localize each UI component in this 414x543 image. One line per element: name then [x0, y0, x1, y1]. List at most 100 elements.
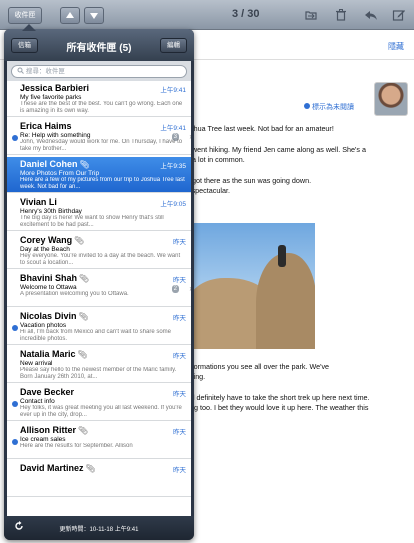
message-body-line: e went hiking. My friend Jen came along … — [186, 145, 366, 154]
email-subject: Ice cream sales — [20, 436, 66, 443]
message-body-line: k formations you see all over the park. … — [186, 362, 330, 371]
email-subject: Henry's 30th Birthday — [20, 208, 82, 215]
email-sender: Daniel Cohen 📎︎ — [20, 159, 90, 169]
email-list-item[interactable]: Bhavini Shah📎︎昨天2›Welcome to OttawaA pre… — [7, 271, 191, 307]
top-toolbar: 收件匣 3 / 30 — [0, 0, 414, 30]
email-subject: New arrival — [20, 360, 53, 367]
sender-name: Allison Ritter — [20, 425, 77, 435]
email-time: 上午9:41 — [160, 125, 186, 132]
sender-name: Natalia Maric — [20, 349, 76, 359]
email-time: 昨天 — [173, 315, 186, 322]
email-time: 昨天 — [173, 467, 186, 474]
email-preview: Hi all, I'm back from Mexico and can't w… — [20, 329, 172, 342]
email-list-item[interactable]: Vivian Li 上午9:05 Henry's 30th Birthday The … — [7, 195, 191, 231]
popover-header: 所有收件匣 (5) 信箱 編輯 — [4, 29, 194, 61]
email-time: 上午9:05 — [160, 201, 186, 208]
email-preview: A presentation welcoming you to Ottawa. — [20, 291, 129, 297]
mailbox-popover: 所有收件匣 (5) 信箱 編輯 搜尋：收件匣 Jessica Barbieri 上… — [4, 29, 194, 540]
email-time: 昨天 — [173, 277, 186, 284]
email-list[interactable]: Jessica Barbieri 上午9:41 My five favorite p… — [7, 81, 191, 516]
reply-icon[interactable] — [364, 8, 378, 22]
up-arrow-icon — [66, 12, 74, 18]
email-list-item[interactable]: Jessica Barbieri 上午9:41 My five favorite p… — [7, 81, 191, 117]
email-list-item[interactable]: Erica Haims上午9:413›Re: Help with somethi… — [7, 119, 191, 155]
attachment-icon: 📎︎ — [79, 160, 90, 169]
popover-footer: 更新時間：10-11-18 上午9:41 — [4, 516, 194, 540]
rock-shape — [256, 253, 315, 349]
folder-icon[interactable] — [304, 8, 318, 22]
mailboxes-back-button[interactable]: 信箱 — [11, 38, 38, 53]
email-time: 昨天 — [173, 391, 186, 398]
next-message-button[interactable] — [84, 7, 104, 24]
sender-name: Vivian Li — [20, 197, 57, 207]
message-body-line: e got there as the sun was going down. — [186, 176, 312, 185]
trash-icon[interactable] — [334, 8, 348, 22]
attachment-icon: 📎︎ — [78, 426, 89, 435]
sender-name: Nicolas Divin — [20, 311, 77, 321]
sender-avatar — [374, 82, 408, 116]
email-preview: Hey folks, it was great meeting you all … — [20, 405, 182, 418]
sender-name: Daniel Cohen — [20, 159, 78, 169]
email-preview: Here are a few of my pictures from our t… — [20, 177, 185, 190]
email-time: 昨天 — [173, 353, 186, 360]
popover-arrow — [22, 24, 36, 31]
email-subject: Re: Help with something — [20, 132, 91, 139]
chevron-right-icon: › — [189, 132, 191, 141]
attachment-icon: 📎︎ — [78, 312, 89, 321]
updated-status: 更新時間：10-11-18 上午9:41 — [59, 527, 139, 533]
email-sender: Allison Ritter 📎︎ — [20, 425, 88, 435]
attachment-icon: 📎︎ — [74, 236, 85, 245]
message-body-line: e'll definitely have to take the short t… — [186, 393, 370, 402]
email-time: 上午9:41 — [160, 87, 186, 94]
email-subject: More Photos From Our Trip — [20, 170, 100, 177]
email-preview: Here are the results for September. Alli… — [20, 443, 133, 449]
mailbox-button[interactable]: 收件匣 — [8, 7, 42, 24]
email-sender: Bhavini Shah 📎︎ — [20, 273, 89, 283]
climber-figure — [278, 245, 286, 267]
compose-icon[interactable] — [392, 8, 406, 22]
attachment-icon: 📎︎ — [77, 350, 88, 359]
previous-message-button[interactable] — [60, 7, 80, 24]
search-placeholder: 搜尋：收件匣 — [25, 68, 65, 75]
email-sender: Erica Haims — [20, 121, 72, 131]
sender-name: Erica Haims — [20, 121, 72, 131]
email-sender: Corey Wang 📎︎ — [20, 235, 84, 245]
sender-name: David Martinez — [20, 463, 84, 473]
edit-button[interactable]: 編輯 — [160, 38, 187, 53]
email-list-item[interactable]: Dave Becker 昨天 Contact info Hey folks, it w… — [7, 385, 191, 421]
search-icon — [17, 67, 24, 74]
message-body-line: oshua Tree last week. Not bad for an ama… — [186, 124, 334, 133]
email-subject: Contact info — [20, 398, 55, 405]
email-subject: Welcome to Ottawa — [20, 284, 77, 291]
email-preview: Please say hello to the newest member of… — [20, 367, 177, 380]
email-list-item[interactable]: Corey Wang 📎︎ 昨天 Day at the Beach Hey everyo… — [7, 233, 191, 269]
search-input[interactable]: 搜尋：收件匣 — [11, 65, 187, 78]
email-sender: Natalia Maric 📎︎ — [20, 349, 88, 359]
email-time: 昨天 — [173, 429, 186, 436]
email-sender: Vivian Li — [20, 197, 57, 207]
mail-app: 收件匣 3 / 30 隱藏 標示為未閱讀 oshua Tree last wee… — [0, 0, 414, 543]
email-list-item[interactable]: David Martinez 📎︎ 昨天 — [7, 461, 191, 497]
email-list-item[interactable]: Daniel Cohen 📎︎ 上午9:35 More Photos From Our… — [7, 157, 191, 193]
email-preview: The big day is here! We want to show Hen… — [20, 215, 164, 228]
email-preview: John, Wednesday would work for me. On Th… — [20, 139, 183, 152]
hide-link[interactable]: 隱藏 — [388, 41, 404, 52]
message-body-line: e a lot in common. — [186, 155, 245, 164]
mark-unread-link[interactable]: 標示為未閱讀 — [304, 102, 354, 112]
mark-unread-label: 標示為未閱讀 — [312, 104, 354, 111]
sender-name: Corey Wang — [20, 235, 73, 245]
unread-dot-icon — [12, 135, 18, 141]
message-photo[interactable] — [186, 223, 315, 349]
search-bar: 搜尋：收件匣 — [7, 61, 191, 81]
email-subject: Vacation photos — [20, 322, 67, 329]
email-list-item[interactable]: Allison Ritter 📎︎ 昨天 Ice cream sales Here ar… — [7, 423, 191, 459]
email-sender: Dave Becker — [20, 387, 74, 397]
email-preview: These are the best of the best. You can'… — [20, 101, 183, 114]
email-sender: David Martinez 📎︎ — [20, 463, 96, 473]
email-list-item[interactable]: Natalia Maric 📎︎ 昨天 New arrival Please say h… — [7, 347, 191, 383]
email-time: 上午9:35 — [160, 163, 186, 170]
email-preview: Hey everyone. You're invited to a day at… — [20, 253, 181, 266]
email-list-item[interactable]: Nicolas Divin 📎︎ 昨天 Vacation photos Hi all, … — [7, 309, 191, 345]
sender-name: Dave Becker — [20, 387, 75, 397]
unread-dot-icon — [12, 439, 18, 445]
